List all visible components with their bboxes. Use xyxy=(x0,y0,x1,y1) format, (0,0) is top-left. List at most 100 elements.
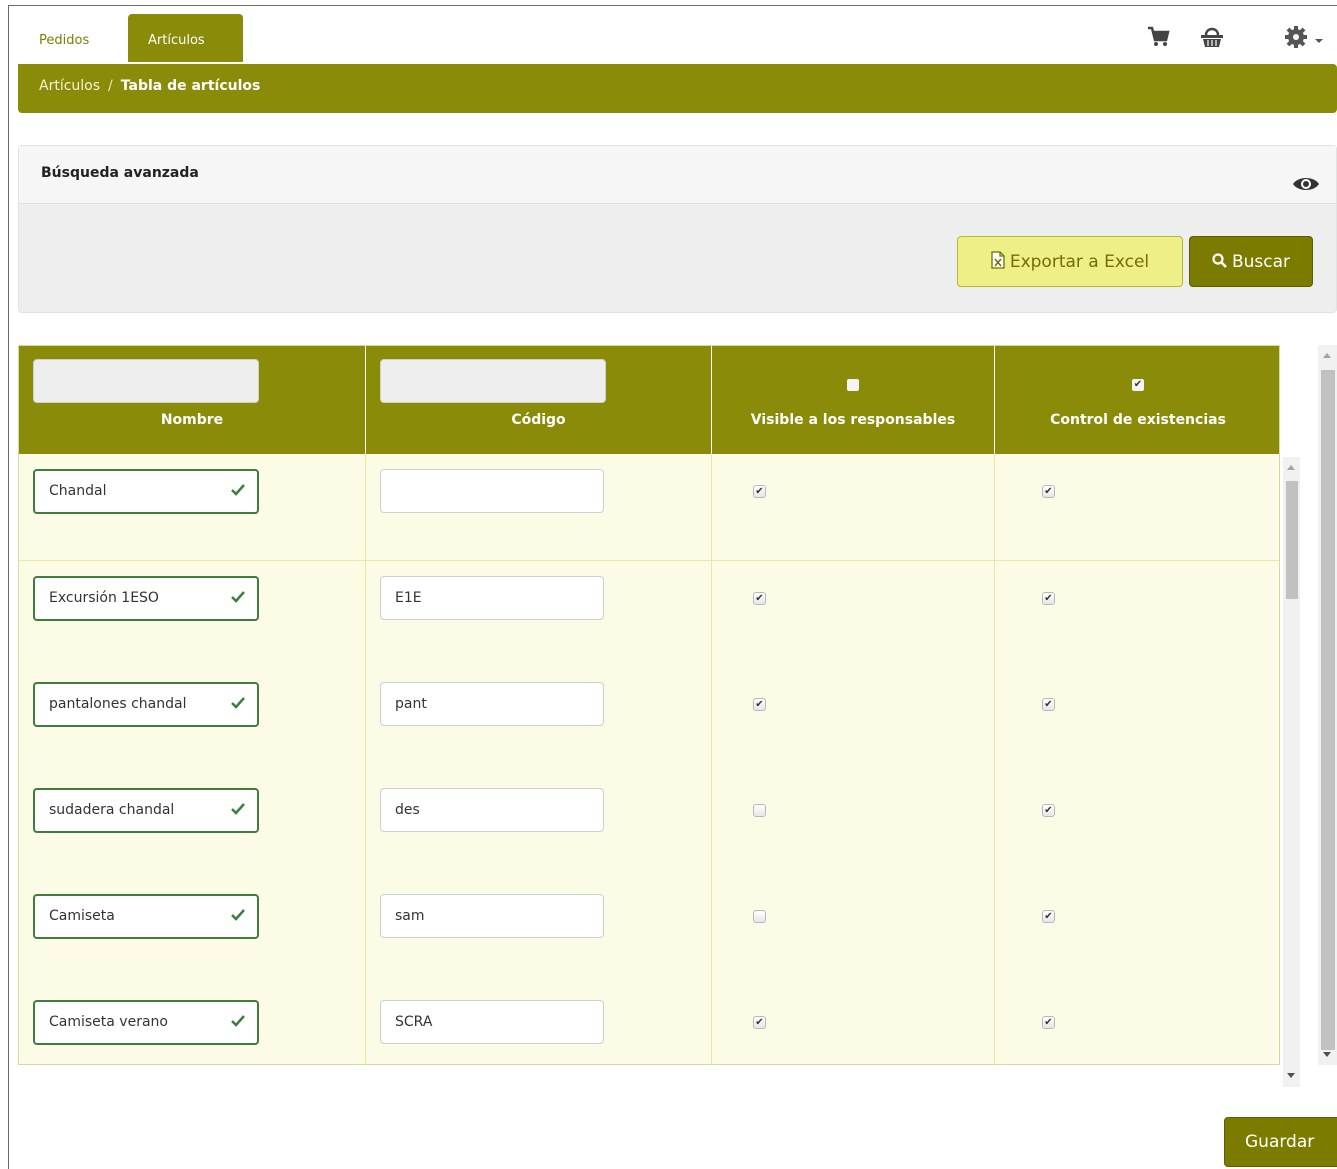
nombre-value: Camiseta verano xyxy=(49,1014,168,1030)
nombre-input[interactable]: sudadera chandal xyxy=(33,788,259,833)
control-checkbox[interactable]: ✔ xyxy=(1042,485,1055,498)
breadcrumb-link-articulos[interactable]: Artículos xyxy=(39,78,100,94)
scroll-up-arrow-icon[interactable] xyxy=(1287,465,1295,470)
cell-codigo: SCRA xyxy=(366,985,712,1064)
tab-articulos[interactable]: Artículos xyxy=(128,14,243,62)
nombre-input[interactable]: pantalones chandal xyxy=(33,682,259,727)
visible-checkbox[interactable] xyxy=(753,910,766,923)
table-row: Camiseta verano SCRA ✔ ✔ xyxy=(19,985,1279,1064)
gear-icon[interactable] xyxy=(1281,22,1311,52)
codigo-input[interactable]: E1E xyxy=(380,576,604,620)
control-checkbox[interactable]: ✔ xyxy=(1042,910,1055,923)
check-valid-icon xyxy=(231,697,245,709)
filter-nombre-input[interactable] xyxy=(33,359,259,403)
cell-codigo: des xyxy=(366,773,712,879)
scroll-down-arrow-icon[interactable] xyxy=(1287,1073,1295,1078)
codigo-input[interactable]: pant xyxy=(380,682,604,726)
control-checkbox[interactable]: ✔ xyxy=(1042,698,1055,711)
cell-nombre: Camiseta verano xyxy=(19,985,366,1064)
visible-checkbox[interactable]: ✔ xyxy=(753,592,766,605)
control-checkbox[interactable]: ✔ xyxy=(1042,804,1055,817)
check-valid-icon xyxy=(231,1015,245,1027)
table-row: Excursión 1ESO E1E ✔ ✔ xyxy=(19,561,1279,668)
visible-checkbox[interactable]: ✔ xyxy=(753,1016,766,1029)
cart-icon[interactable] xyxy=(1142,22,1172,52)
caret-down-icon[interactable] xyxy=(1313,22,1327,52)
cell-codigo xyxy=(366,454,712,560)
column-header-control: ✔ Control de existencias xyxy=(995,346,1279,454)
column-label-control[interactable]: Control de existencias xyxy=(995,412,1279,428)
advanced-search-panel: Búsqueda avanzada Exportar a Excel Busca… xyxy=(18,145,1337,313)
column-header-nombre: Nombre xyxy=(19,346,366,454)
column-label-nombre[interactable]: Nombre xyxy=(19,412,365,428)
page-scroll-thumb[interactable] xyxy=(1321,370,1335,1050)
cell-visible: ✔ xyxy=(712,985,995,1064)
check-valid-icon xyxy=(231,484,245,496)
cell-codigo: pant xyxy=(366,667,712,773)
check-valid-icon xyxy=(231,909,245,921)
cell-visible xyxy=(712,879,995,985)
breadcrumb-current: Tabla de artículos xyxy=(120,78,261,94)
table-scroll-thumb[interactable] xyxy=(1286,481,1298,599)
cell-visible: ✔ xyxy=(712,561,995,667)
cell-control: ✔ xyxy=(995,561,1279,667)
codigo-input[interactable]: des xyxy=(380,788,604,832)
cell-visible: ✔ xyxy=(712,454,995,560)
codigo-input[interactable]: SCRA xyxy=(380,1000,604,1044)
eye-icon[interactable] xyxy=(1292,175,1320,193)
visible-checkbox[interactable]: ✔ xyxy=(753,698,766,711)
cell-control: ✔ xyxy=(995,985,1279,1064)
codigo-input[interactable]: sam xyxy=(380,894,604,938)
table-scrollbar[interactable] xyxy=(1283,457,1300,1087)
nombre-input[interactable]: Camiseta verano xyxy=(33,1000,259,1045)
column-label-visible[interactable]: Visible a los responsables xyxy=(712,412,994,428)
export-excel-button[interactable]: Exportar a Excel xyxy=(957,236,1183,287)
codigo-input[interactable] xyxy=(380,469,604,513)
nombre-value: Camiseta xyxy=(49,908,115,924)
filter-control-checkbox[interactable]: ✔ xyxy=(1132,379,1144,391)
page-scroll-up-arrow-icon[interactable] xyxy=(1323,353,1331,358)
nombre-value: Excursión 1ESO xyxy=(49,590,159,606)
table-row: Chandal ✔ ✔ xyxy=(19,454,1279,561)
cell-nombre: pantalones chandal xyxy=(19,667,366,773)
column-label-codigo[interactable]: Código xyxy=(366,412,711,428)
page-scroll-down-arrow-icon[interactable] xyxy=(1323,1052,1331,1057)
cell-control: ✔ xyxy=(995,773,1279,879)
nombre-value: Chandal xyxy=(49,483,107,499)
control-checkbox[interactable]: ✔ xyxy=(1042,592,1055,605)
tab-pedidos[interactable]: Pedidos xyxy=(27,14,101,62)
cell-codigo: sam xyxy=(366,879,712,985)
table-row: Camiseta sam ✔ xyxy=(19,879,1279,986)
filter-visible-checkbox[interactable] xyxy=(847,379,859,391)
filter-codigo-input[interactable] xyxy=(380,359,606,403)
visible-checkbox[interactable]: ✔ xyxy=(753,485,766,498)
check-valid-icon xyxy=(231,591,245,603)
search-button[interactable]: Buscar xyxy=(1189,236,1313,287)
nombre-input[interactable]: Chandal xyxy=(33,469,259,514)
column-header-visible: Visible a los responsables xyxy=(712,346,995,454)
cell-visible xyxy=(712,773,995,879)
advanced-search-header[interactable]: Búsqueda avanzada xyxy=(19,146,1336,204)
breadcrumb-separator: / xyxy=(108,78,113,94)
export-excel-label: Exportar a Excel xyxy=(1009,252,1150,272)
nombre-input[interactable]: Camiseta xyxy=(33,894,259,939)
cell-nombre: sudadera chandal xyxy=(19,773,366,879)
table-row: sudadera chandal des ✔ xyxy=(19,773,1279,880)
cell-nombre: Chandal xyxy=(19,454,366,560)
save-button[interactable]: Guardar xyxy=(1224,1117,1337,1167)
visible-checkbox[interactable] xyxy=(753,804,766,817)
cell-codigo: E1E xyxy=(366,561,712,667)
control-checkbox[interactable]: ✔ xyxy=(1042,1016,1055,1029)
cell-nombre: Excursión 1ESO xyxy=(19,561,366,667)
cell-nombre: Camiseta xyxy=(19,879,366,985)
basket-icon[interactable] xyxy=(1197,22,1227,52)
breadcrumb-bar: Artículos / Tabla de artículos xyxy=(18,64,1337,113)
table-row: pantalones chandal pant ✔ ✔ xyxy=(19,667,1279,774)
page-scrollbar[interactable] xyxy=(1318,345,1337,1065)
nombre-input[interactable]: Excursión 1ESO xyxy=(33,576,259,621)
cell-visible: ✔ xyxy=(712,667,995,773)
breadcrumb: Artículos / Tabla de artículos xyxy=(39,78,260,94)
search-icon xyxy=(1212,252,1227,268)
search-button-label: Buscar xyxy=(1231,252,1291,272)
cell-control: ✔ xyxy=(995,667,1279,773)
